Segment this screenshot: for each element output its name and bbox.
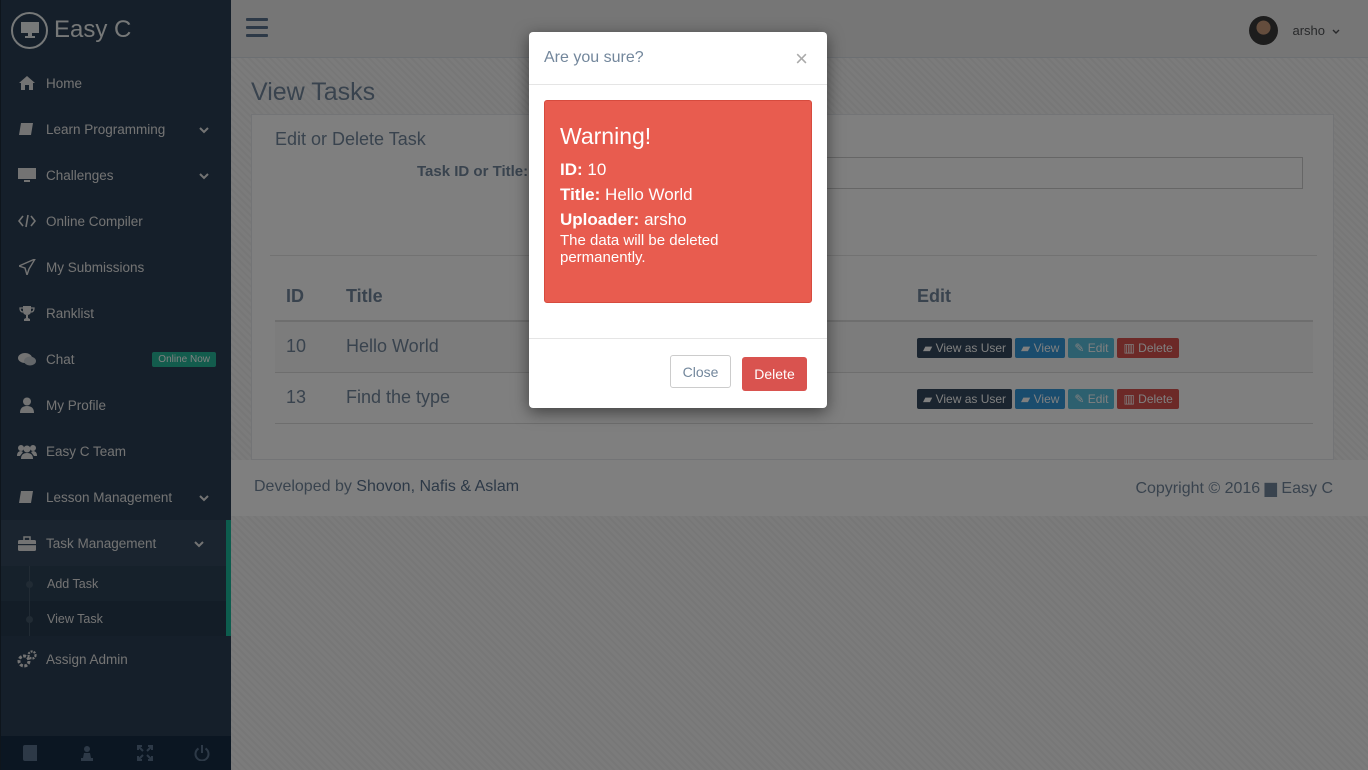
confirm-delete-modal: Are you sure? × Warning! ID: 10 Title: H…	[529, 32, 827, 408]
modal-footer: Close Delete	[529, 338, 827, 408]
close-button[interactable]: Close	[670, 355, 731, 388]
modal-title: Are you sure?	[544, 49, 644, 66]
warning-note: The data will be deleted permanently.	[560, 232, 719, 266]
warning-heading: Warning!	[560, 123, 652, 149]
task-uploader-line: Uploader: arsho	[560, 210, 687, 229]
modal-header: Are you sure? ×	[529, 32, 827, 85]
confirm-delete-button[interactable]: Delete	[742, 357, 807, 391]
task-title-line: Title: Hello World	[560, 185, 693, 204]
task-id-line: ID: 10	[560, 160, 607, 179]
close-icon[interactable]: ×	[795, 46, 808, 72]
warning-alert: Warning! ID: 10 Title: Hello World Uploa…	[544, 100, 812, 303]
